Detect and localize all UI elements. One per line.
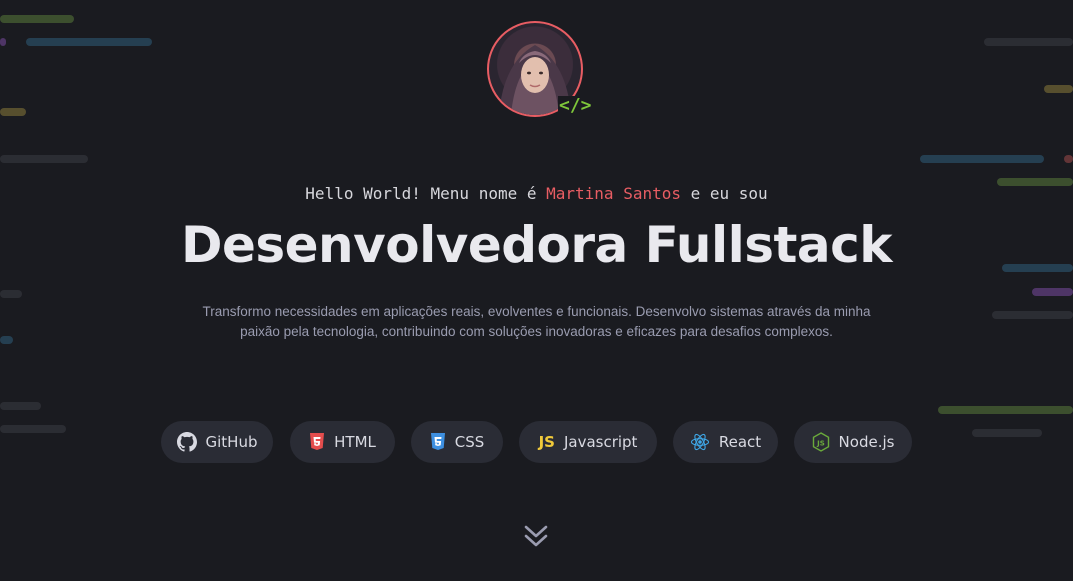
tech-chip-javascript[interactable]: JS Javascript: [519, 421, 657, 463]
tech-label: React: [718, 433, 762, 451]
intro-greeting: Hello World! Menu nome é Martina Santos …: [0, 184, 1073, 203]
nodejs-icon: JS: [812, 432, 829, 452]
tech-chip-html[interactable]: HTML: [290, 421, 395, 463]
description-line-2: paixão pela tecnologia, contribuindo com…: [240, 324, 833, 339]
tech-label: HTML: [334, 433, 376, 451]
intro-name: Martina Santos: [546, 184, 681, 203]
description: Transformo necessidades em aplicações re…: [170, 302, 903, 342]
page-title: Desenvolvedora Fullstack: [180, 216, 893, 274]
tech-chip-react[interactable]: React: [673, 421, 778, 463]
chevrons-down-icon: [524, 525, 548, 547]
html5-icon: [310, 433, 325, 450]
tech-label: CSS: [454, 433, 485, 451]
scroll-down-button[interactable]: [522, 522, 550, 552]
tech-chip-css[interactable]: CSS: [411, 421, 503, 463]
svg-text:JS: JS: [816, 440, 825, 448]
code-badge-icon: </>: [558, 95, 593, 116]
js-icon: JS: [538, 433, 555, 451]
profile-avatar: </>: [486, 20, 593, 122]
tech-label: Javascript: [563, 433, 638, 451]
intro-prefix: Hello World! Menu nome é: [305, 184, 547, 203]
tech-label: Node.js: [838, 433, 895, 451]
tech-chip-github[interactable]: GitHub: [161, 421, 273, 463]
description-line-1: Transformo necessidades em aplicações re…: [202, 304, 871, 319]
tech-chip-nodejs[interactable]: JS Node.js: [794, 421, 912, 463]
github-icon: [176, 432, 197, 452]
react-icon: [690, 433, 709, 451]
intro-suffix: e eu sou: [680, 184, 768, 203]
tech-label: GitHub: [205, 433, 258, 451]
css3-icon: [430, 433, 445, 450]
